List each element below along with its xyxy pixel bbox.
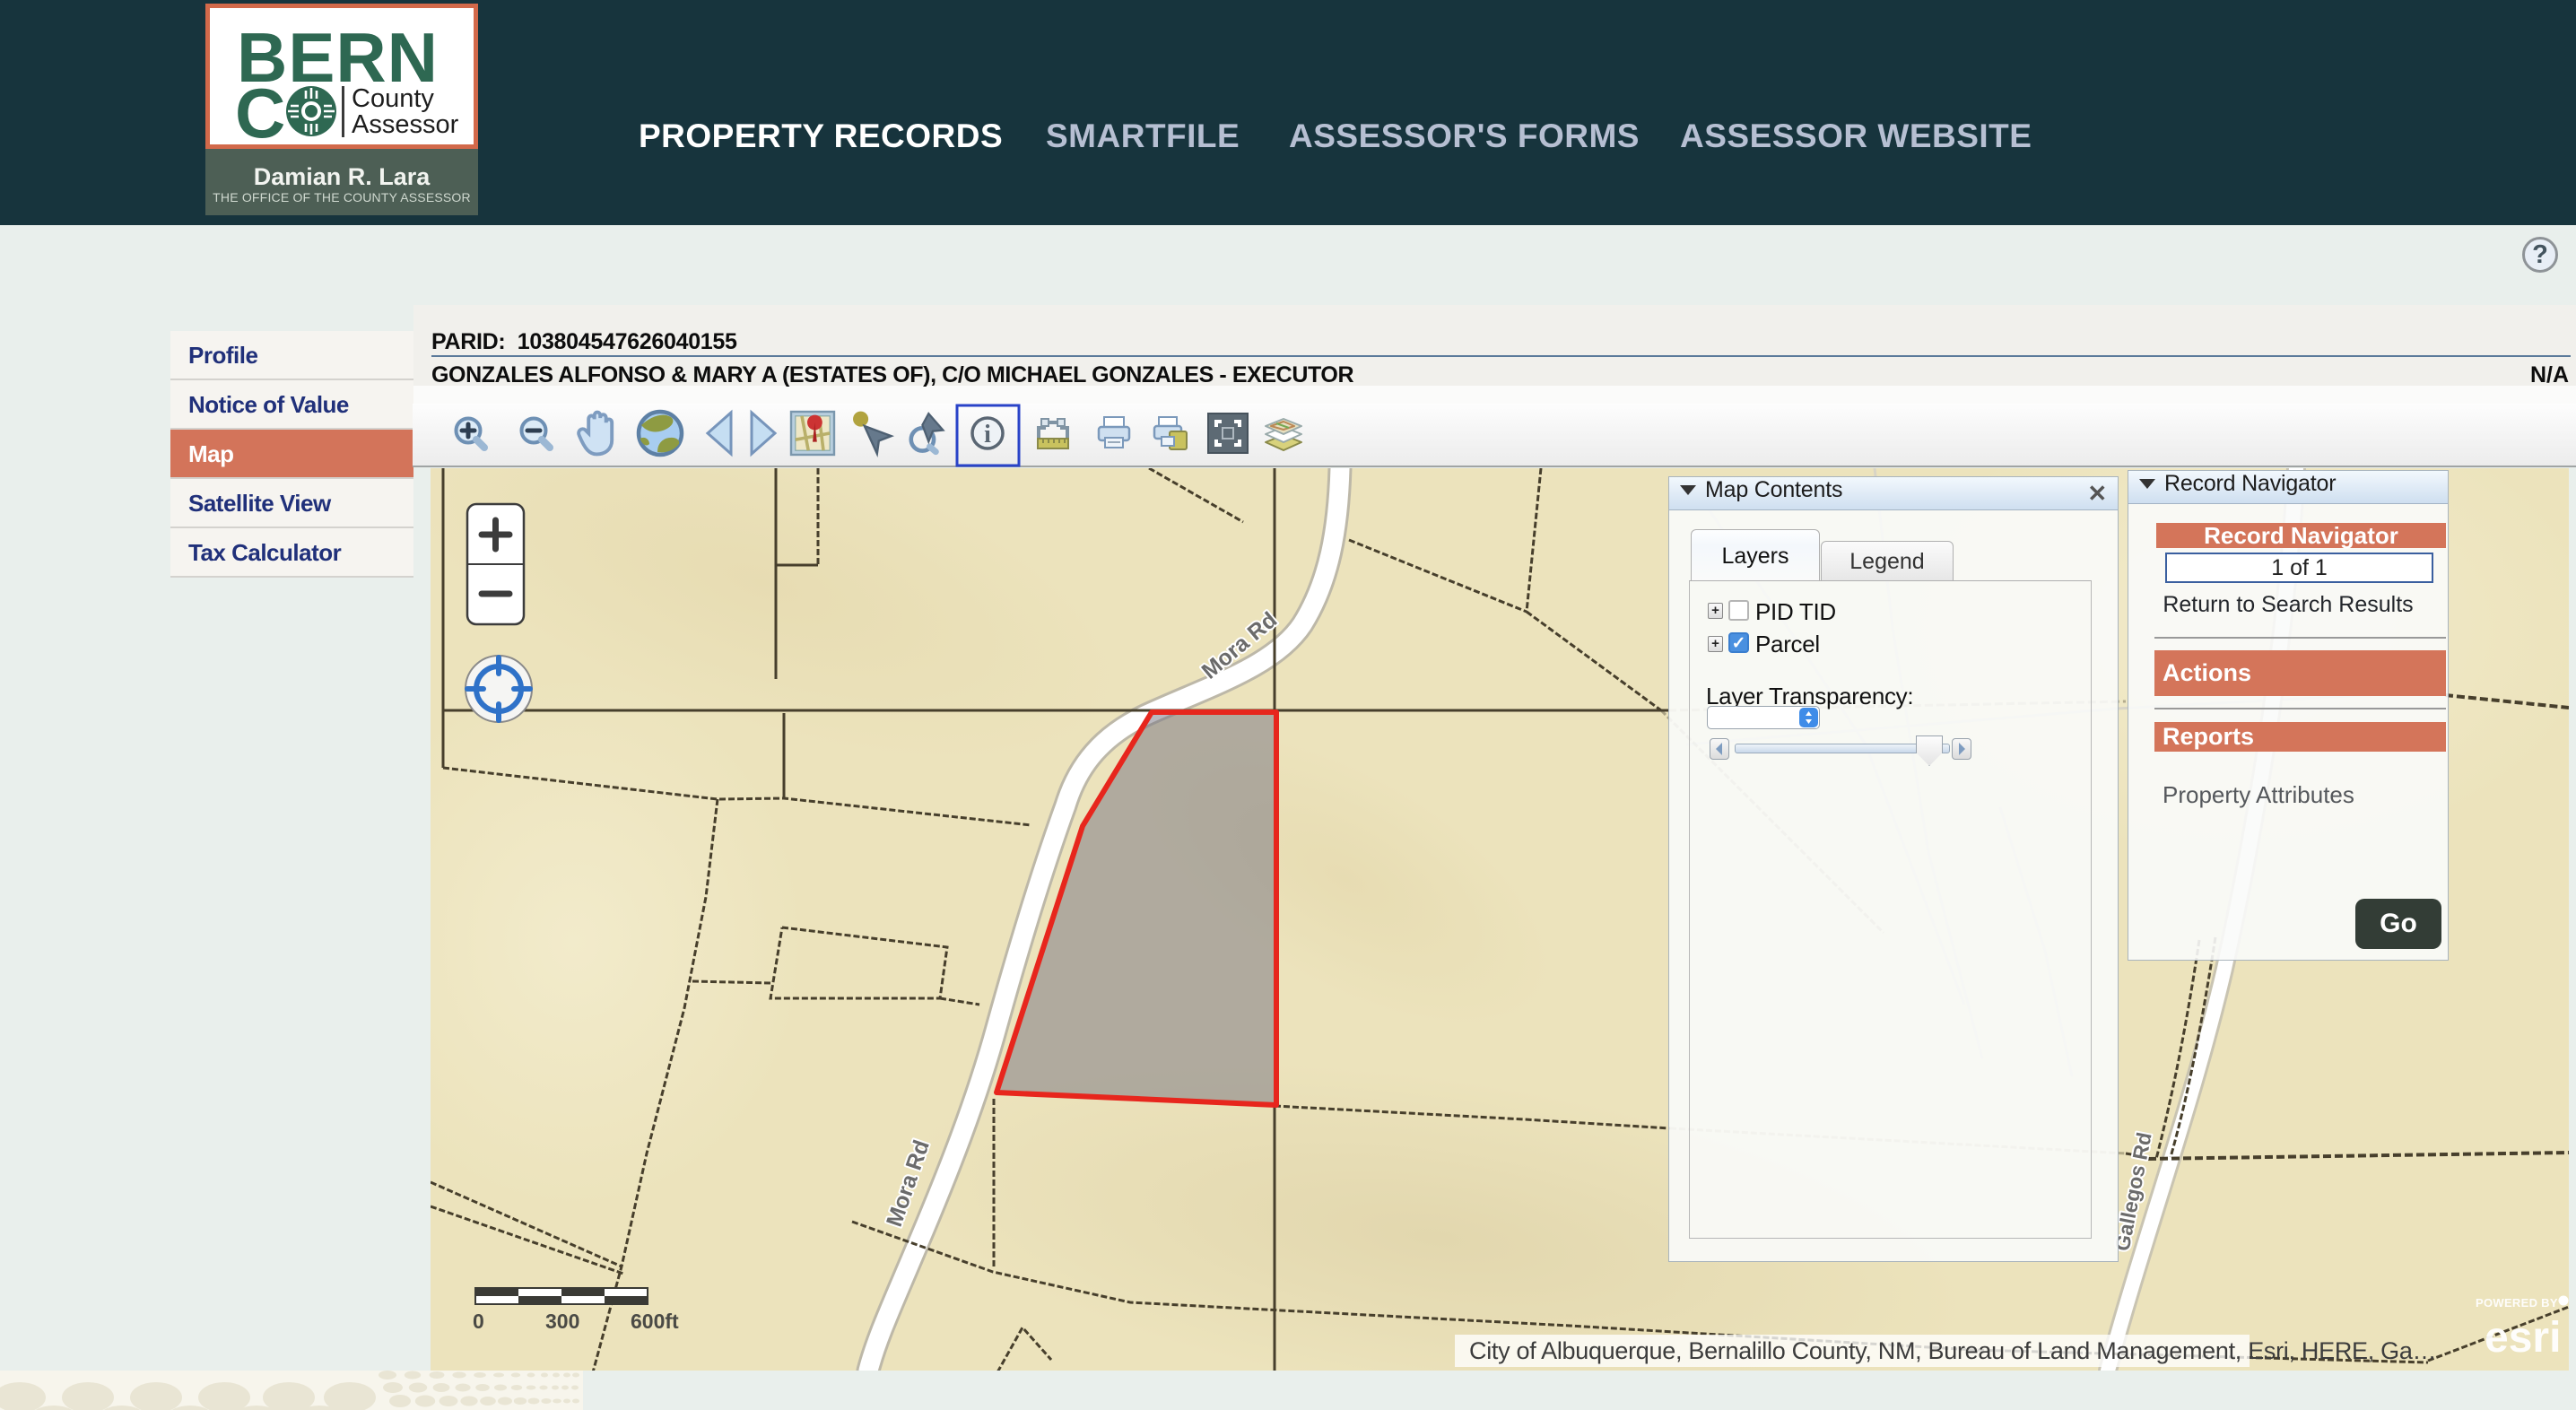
svg-text:esri: esri — [2485, 1314, 2561, 1362]
svg-text:POWERED BY: POWERED BY — [2476, 1296, 2558, 1310]
svg-text:600ft: 600ft — [631, 1310, 679, 1333]
svg-text:0: 0 — [473, 1310, 484, 1333]
svg-text:i: i — [984, 421, 991, 448]
svg-text:City of Albuquerque, Bernalill: City of Albuquerque, Bernalillo County, … — [1469, 1337, 2436, 1364]
svg-text:300: 300 — [545, 1310, 579, 1333]
